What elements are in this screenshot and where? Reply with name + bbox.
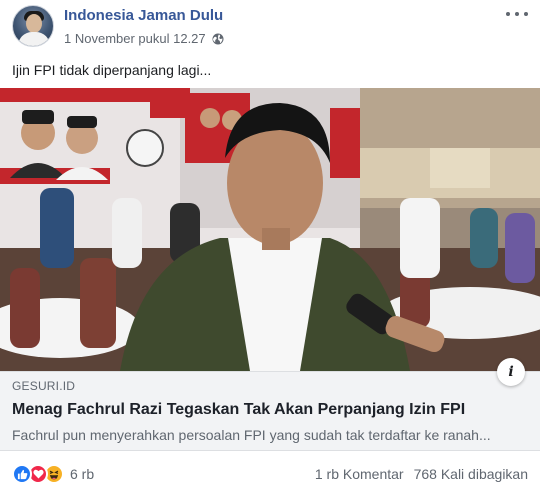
post-text: Ijin FPI tidak diperpanjang lagi... [12, 62, 212, 78]
page-name-link[interactable]: Indonesia Jaman Dulu [64, 7, 223, 24]
post-stats: 1 rb Komentar 768 Kali dibagikan [315, 466, 528, 482]
page-avatar[interactable] [12, 5, 54, 47]
link-title[interactable]: Menag Fachrul Razi Tegaskan Tak Akan Per… [12, 401, 465, 419]
link-preview-image[interactable] [0, 88, 540, 371]
facebook-post: Indonesia Jaman Dulu 1 November pukul 12… [0, 0, 540, 497]
post-meta: 1 November pukul 12.27 [64, 31, 224, 46]
like-icon [12, 464, 32, 484]
info-icon[interactable]: i [497, 358, 525, 386]
more-options-icon[interactable] [506, 6, 528, 22]
link-description: Fachrul pun menyerahkan persoalan FPI ya… [12, 427, 491, 443]
shares-count-link[interactable]: 768 Kali dibagikan [414, 466, 528, 482]
reaction-count: 6 rb [70, 466, 95, 482]
post-footer: 6 rb 1 rb Komentar 768 Kali dibagikan [0, 452, 540, 497]
globe-icon [212, 33, 224, 45]
reactions-summary[interactable]: 6 rb [12, 464, 94, 484]
link-preview[interactable]: i GESURI.ID Menag Fachrul Razi Tegaskan … [0, 358, 540, 451]
post-header: Indonesia Jaman Dulu 1 November pukul 12… [0, 0, 540, 56]
comments-count-link[interactable]: 1 rb Komentar [315, 466, 404, 482]
link-source: GESURI.ID [12, 379, 76, 393]
post-timestamp[interactable]: 1 November pukul 12.27 [64, 31, 206, 46]
